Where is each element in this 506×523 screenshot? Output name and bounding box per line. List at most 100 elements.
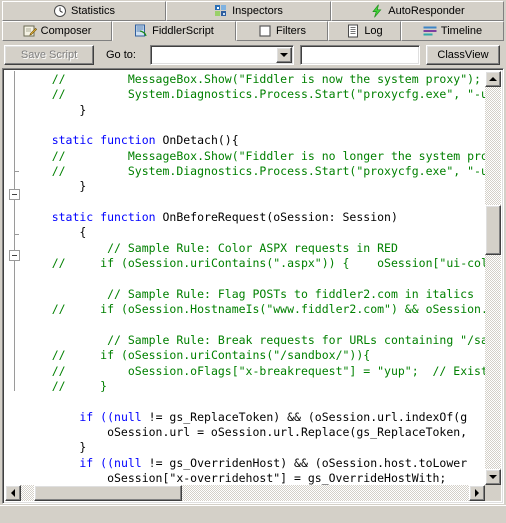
code-span: System.Diagnostics.Process.Start("proxyc… [127, 87, 485, 102]
tab-inspectors[interactable]: Inspectors [166, 1, 331, 21]
find-input-value[interactable] [304, 48, 416, 62]
code-span: null [114, 455, 142, 470]
code-span: // [24, 363, 128, 378]
code-span: // Sample Rule: Break requests for URLs … [24, 332, 485, 347]
grid-icon [214, 4, 228, 18]
code-span: != gs_ReplaceToken) && (oSession.url.ind… [141, 409, 468, 424]
code-span: // [24, 87, 128, 102]
chevron-down-glyph [280, 53, 288, 57]
code-span: { [24, 225, 87, 240]
vertical-scroll-track[interactable] [485, 87, 501, 469]
script-editor-viewport[interactable]: // MessageBox.Show("Fiddler is now the s… [5, 71, 485, 485]
tab-composer[interactable]: Composer [2, 21, 112, 41]
script-toolbar: Save Script Go to: ClassView [2, 42, 504, 68]
code-span: } [100, 378, 108, 393]
triangle-right-icon [475, 489, 479, 497]
tab-label: Composer [40, 25, 92, 37]
code-span: null [114, 409, 142, 424]
tab-row-primary: Statistics Inspectors AutoResponder [2, 1, 504, 21]
timeline-icon [423, 24, 437, 38]
code-span: static function [24, 133, 163, 148]
code-text-area[interactable]: // MessageBox.Show("Fiddler is now the s… [24, 71, 485, 485]
editor-vertical-scrollbar[interactable] [485, 71, 501, 485]
save-script-button[interactable]: Save Script [4, 45, 94, 65]
editor-horizontal-scrollbar[interactable] [5, 485, 485, 501]
document-icon [346, 24, 360, 38]
fiddlerscript-window: Statistics Inspectors AutoResponder Compos… [0, 0, 506, 523]
status-bar [0, 505, 506, 523]
code-span: static function [24, 210, 163, 225]
clock-icon [53, 4, 67, 18]
code-span: oSession.url = oSession.url.Replace(gs_R… [24, 424, 468, 439]
triangle-down-icon [489, 475, 497, 479]
save-script-label: Save Script [20, 49, 78, 61]
code-span: != gs_OverridenHost) && (oSession.host.t… [141, 455, 468, 470]
vertical-scroll-thumb[interactable] [485, 205, 501, 256]
tab-label: Timeline [440, 25, 483, 37]
code-span: // [24, 164, 128, 179]
code-span: MessageBox.Show("Fiddler is no longer th… [127, 148, 485, 163]
code-span: // Sample Rule: Color ASPX requests in R… [24, 240, 398, 255]
goto-combobox[interactable] [150, 45, 294, 65]
tab-label: AutoResponder [388, 5, 465, 17]
code-span: oSession["x-overridehost"] = gs_Override… [24, 470, 447, 485]
code-span: oSession.oFlags["x-breakrequest"] = "yup… [127, 363, 485, 378]
code-span: // [24, 348, 101, 363]
classview-button[interactable]: ClassView [426, 45, 500, 65]
code-span: System.Diagnostics.Process.Start("proxyc… [127, 164, 485, 179]
fold-tick [14, 171, 19, 172]
scroll-up-button[interactable] [485, 71, 501, 87]
code-span: } [24, 102, 87, 117]
script-source-code[interactable]: // MessageBox.Show("Fiddler is now the s… [24, 72, 485, 485]
tab-strip: Statistics Inspectors AutoResponder Compos… [2, 1, 504, 41]
code-span: } [24, 440, 87, 455]
tab-statistics[interactable]: Statistics [2, 1, 166, 21]
tab-autoresponder[interactable]: AutoResponder [331, 1, 504, 21]
code-span: if (oSession.uriContains("/sandbox/")){ [100, 348, 371, 363]
tab-log[interactable]: Log [328, 21, 401, 41]
chevron-down-icon[interactable] [276, 47, 292, 63]
lightning-icon [370, 4, 384, 18]
code-span: // Sample Rule: Flag POSTs to fiddler2.c… [24, 286, 475, 301]
code-span: // [24, 148, 128, 163]
horizontal-scroll-thumb[interactable] [34, 485, 183, 501]
code-span: OnDetach(){ [162, 133, 239, 148]
tab-timeline[interactable]: Timeline [401, 21, 504, 41]
script-editor[interactable]: // MessageBox.Show("Fiddler is now the s… [2, 68, 504, 504]
fold-tick [14, 234, 19, 235]
code-span: if (( [24, 455, 115, 470]
code-span: } [24, 179, 87, 194]
code-span: // [24, 378, 101, 393]
scroll-down-button[interactable] [485, 469, 501, 485]
fold-collapse-box[interactable] [9, 250, 20, 261]
tab-label: Filters [276, 25, 306, 37]
code-span: if (oSession.HostnameIs("www.fiddler2.co… [100, 302, 485, 317]
goto-label: Go to: [106, 49, 136, 61]
code-span: MessageBox.Show("Fiddler is now the syst… [127, 72, 481, 86]
pencil-pad-icon [23, 24, 37, 38]
scroll-left-button[interactable] [5, 485, 21, 501]
tab-fiddlerscript[interactable]: FiddlerScript [112, 21, 236, 41]
fold-margin[interactable] [5, 71, 24, 485]
triangle-left-icon [11, 489, 15, 497]
checkbox-icon [258, 24, 272, 38]
scroll-right-button[interactable] [469, 485, 485, 501]
fold-collapse-box[interactable] [9, 189, 20, 200]
code-span: OnBeforeRequest(oSession: Session) [162, 210, 398, 225]
tab-filters[interactable]: Filters [236, 21, 328, 41]
tab-label: Statistics [70, 5, 115, 17]
triangle-up-icon [489, 77, 497, 81]
code-span: // [24, 256, 101, 271]
script-icon [134, 24, 148, 38]
scrollbar-corner [485, 485, 501, 501]
code-span: // [24, 72, 128, 86]
tab-label: FiddlerScript [152, 25, 214, 37]
find-input[interactable] [300, 45, 420, 65]
fold-tree-line [14, 71, 15, 391]
classview-label: ClassView [437, 49, 489, 61]
code-span: if (oSession.uriContains(".aspx")) { oSe… [100, 256, 485, 271]
tab-label: Log [364, 25, 383, 37]
tab-row-secondary: Composer FiddlerScript Filters Log Timeline [2, 21, 504, 41]
goto-combobox-input[interactable] [153, 48, 275, 62]
tab-label: Inspectors [232, 5, 283, 17]
